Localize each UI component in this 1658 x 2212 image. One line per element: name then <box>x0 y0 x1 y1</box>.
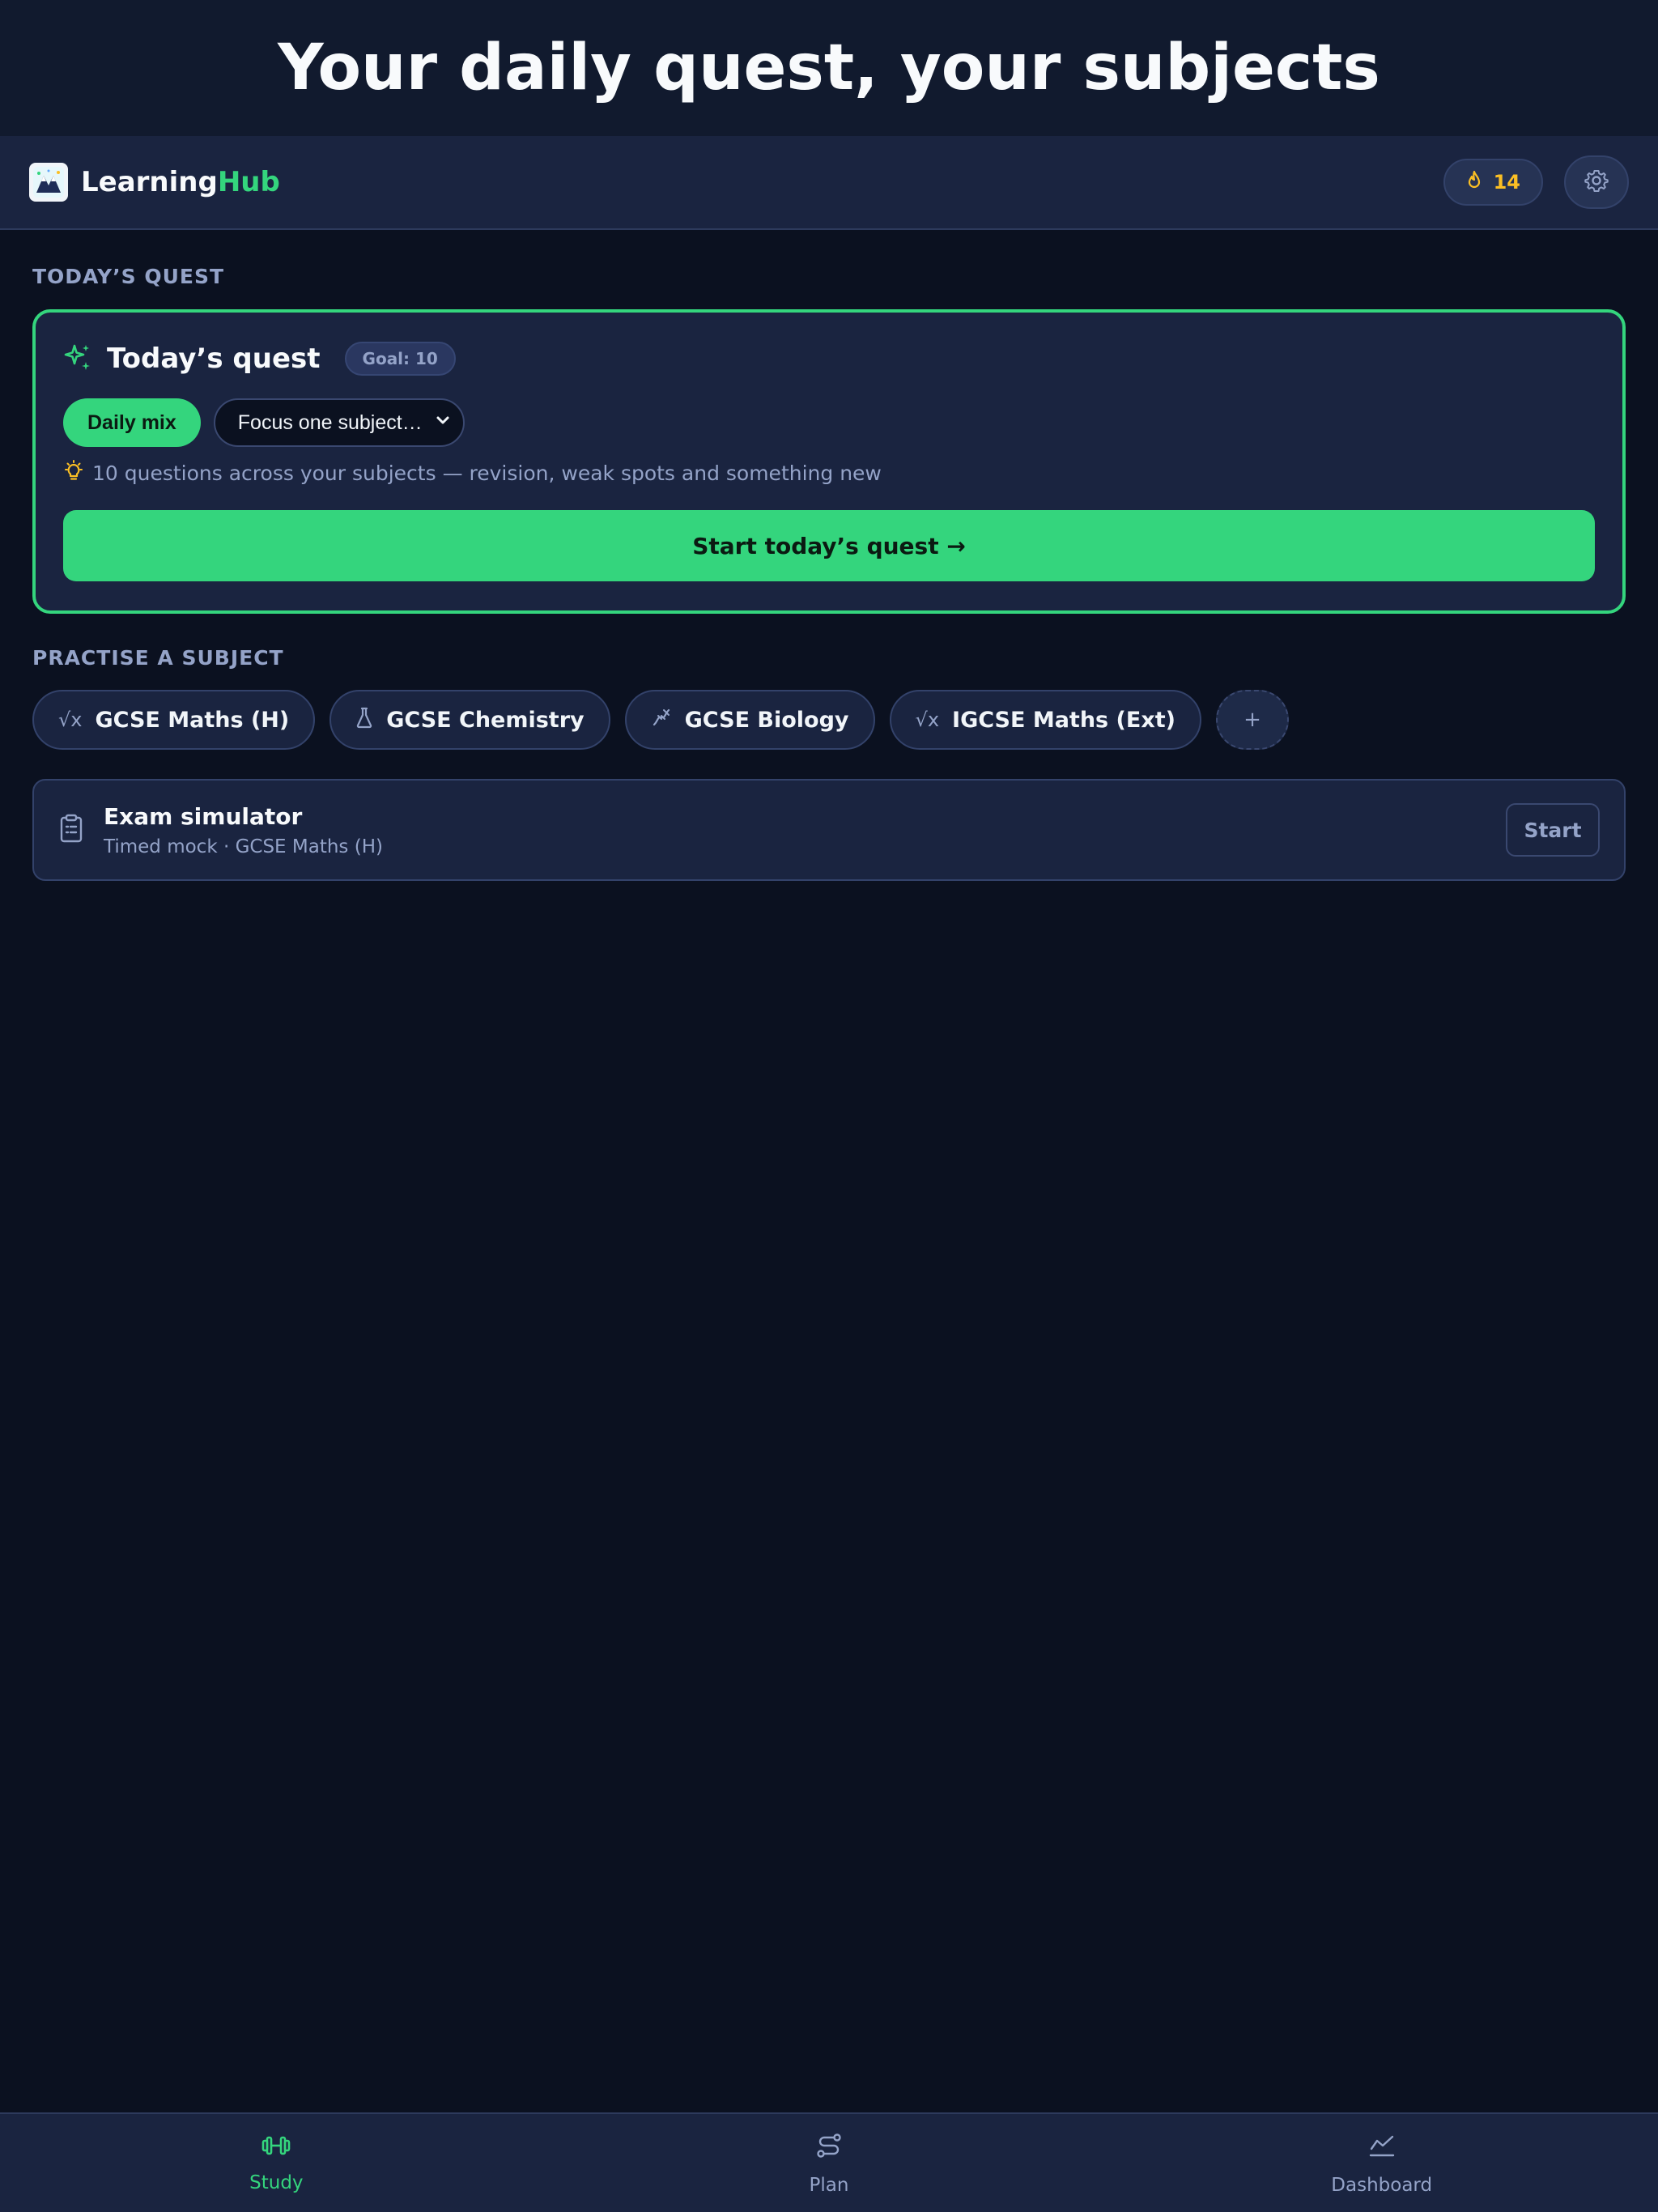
focus-subject-select[interactable]: Focus one subject… <box>213 398 465 447</box>
quest-hint-row: 10 questions across your subjects — revi… <box>63 460 1595 486</box>
quest-card: Today’s quest Goal: 10 Daily mix Focus o… <box>32 309 1626 614</box>
header-actions: 14 <box>1443 155 1629 209</box>
chevron-down-icon <box>434 411 452 435</box>
flask-icon <box>355 706 373 734</box>
route-icon <box>814 2131 844 2165</box>
headline: Your daily quest, your subjects <box>278 32 1380 104</box>
sqrt-icon: √x <box>58 708 83 731</box>
add-subject-button[interactable]: + <box>1215 690 1289 750</box>
streak-count: 14 <box>1493 171 1520 194</box>
nav-label: Dashboard <box>1331 2174 1433 2196</box>
gear-icon <box>1584 168 1609 196</box>
settings-button[interactable] <box>1564 155 1629 209</box>
subject-chip-label: GCSE Biology <box>684 707 849 733</box>
lightbulb-icon <box>63 460 84 486</box>
focus-subject-value: Focus one subject… <box>237 410 423 434</box>
subject-chip-gcse-maths[interactable]: √x GCSE Maths (H) <box>32 690 316 750</box>
streak-pill[interactable]: 14 <box>1443 159 1543 206</box>
quest-hint-text: 10 questions across your subjects — revi… <box>92 461 882 485</box>
app-page: Your daily quest, your subjects Learning… <box>0 0 1658 2212</box>
exam-subtitle: Timed mock · GCSE Maths (H) <box>104 836 383 857</box>
brand-accent: Hub <box>217 166 280 198</box>
exam-simulator-card: Exam simulator Timed mock · GCSE Maths (… <box>32 779 1626 881</box>
goal-badge: Goal: 10 <box>344 342 456 376</box>
subject-chip-label: IGCSE Maths (Ext) <box>952 707 1175 733</box>
subject-chip-igcse-maths[interactable]: √x IGCSE Maths (Ext) <box>889 690 1201 750</box>
quest-title-row: Today’s quest Goal: 10 <box>63 342 1595 376</box>
dumbbell-icon <box>261 2133 291 2163</box>
exam-text: Exam simulator Timed mock · GCSE Maths (… <box>104 803 383 857</box>
exam-start-button[interactable]: Start <box>1506 803 1600 857</box>
todays-quest-section-label: TODAY’S QUEST <box>32 265 225 288</box>
exam-title: Exam simulator <box>104 802 303 830</box>
clipboard-icon <box>58 814 84 846</box>
nav-label: Study <box>249 2172 304 2193</box>
subject-chips: √x GCSE Maths (H) GCSE Chemistry GCSE Bi… <box>32 690 1289 750</box>
brand-main: Learning <box>81 166 218 198</box>
nav-label: Plan <box>809 2174 849 2196</box>
practise-section-label: PRACTISE A SUBJECT <box>32 646 284 670</box>
nav-study[interactable]: Study <box>0 2114 553 2212</box>
sqrt-icon: √x <box>915 708 940 731</box>
daily-mix-button[interactable]: Daily mix <box>63 398 201 447</box>
trend-chart-icon <box>1367 2131 1397 2165</box>
quest-mode-row: Daily mix Focus one subject… <box>63 398 1595 447</box>
nav-dashboard[interactable]: Dashboard <box>1105 2114 1658 2212</box>
nav-plan[interactable]: Plan <box>553 2114 1106 2212</box>
subject-chip-gcse-biology[interactable]: GCSE Biology <box>624 690 875 750</box>
quest-title: Today’s quest <box>107 342 321 375</box>
brand-name[interactable]: LearningHub <box>81 166 280 198</box>
app-header: LearningHub 14 <box>0 136 1658 230</box>
headline-banner: Your daily quest, your subjects <box>0 0 1658 136</box>
bottom-nav: Study Plan Dashboard <box>0 2112 1658 2212</box>
subject-chip-label: GCSE Maths (H) <box>95 707 290 733</box>
sparkles-icon <box>63 342 92 375</box>
dna-icon <box>651 707 672 734</box>
subject-chip-label: GCSE Chemistry <box>386 707 585 733</box>
flame-icon <box>1466 170 1482 194</box>
mountain-logo-icon[interactable] <box>29 163 68 202</box>
subject-chip-gcse-chemistry[interactable]: GCSE Chemistry <box>329 690 610 750</box>
start-quest-button[interactable]: Start today’s quest → <box>63 510 1595 581</box>
